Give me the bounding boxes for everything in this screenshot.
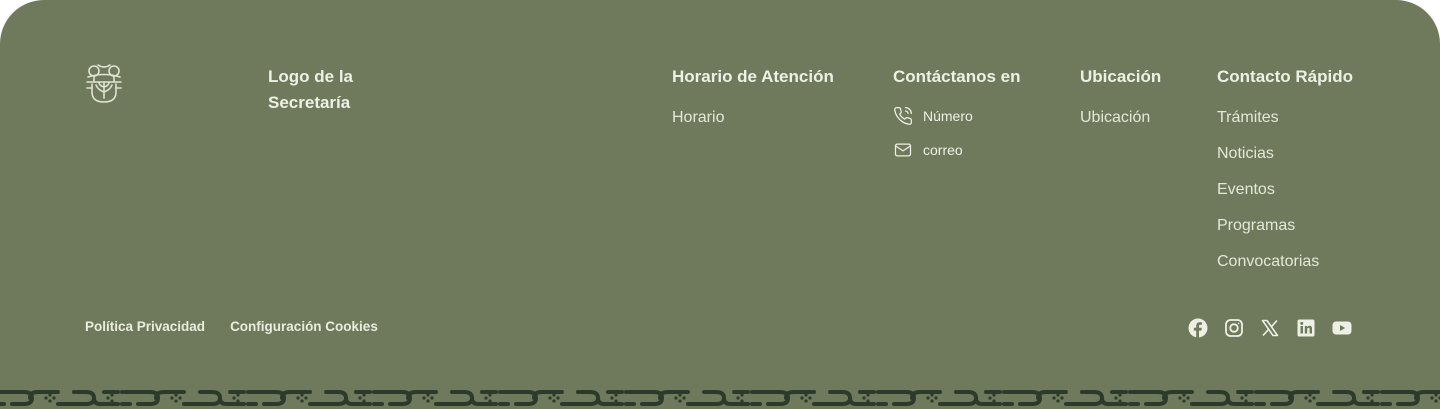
phone-label: Número [923,108,973,124]
noticias-link[interactable]: Noticias [1217,144,1353,164]
convocatorias-link[interactable]: Convocatorias [1217,252,1353,272]
facebook-link[interactable] [1188,318,1208,338]
location-column: Ubicación Ubicación [1080,64,1161,144]
contact-heading: Contáctanos en [893,67,1021,86]
facebook-icon [1188,318,1208,338]
mail-icon [894,143,912,157]
phone-icon [894,107,912,125]
horario-column: Horario de Atención Horario [672,64,834,144]
location-link[interactable]: Ubicación [1080,108,1161,128]
emblem-icon [86,64,122,103]
email-contact[interactable]: correo [893,140,1021,160]
programas-link[interactable]: Programas [1217,216,1353,236]
location-heading: Ubicación [1080,67,1162,86]
social-links [1188,318,1352,338]
phone-contact[interactable]: Número [893,106,1021,126]
linkedin-link[interactable] [1296,318,1316,338]
linkedin-icon [1297,319,1315,337]
instagram-icon [1225,319,1243,337]
logo-text: Logo de la Secretaría [268,67,353,112]
contact-column: Contáctanos en Número correo [893,64,1021,174]
legal-links: Política Privacidad Configuración Cookie… [85,319,378,334]
quick-contact-column: Contacto Rápido Trámites Noticias Evento… [1217,64,1353,288]
eventos-link[interactable]: Eventos [1217,180,1353,200]
youtube-link[interactable] [1332,318,1352,338]
x-link[interactable] [1260,318,1280,338]
cookie-settings-link[interactable]: Configuración Cookies [230,319,378,334]
horario-link[interactable]: Horario [672,108,834,128]
horario-heading: Horario de Atención [672,67,834,86]
tramites-link[interactable]: Trámites [1217,108,1353,128]
site-footer: Logo de la Secretaría Horario de Atenció… [0,0,1440,409]
privacy-policy-link[interactable]: Política Privacidad [85,319,205,334]
youtube-icon [1332,321,1352,335]
instagram-link[interactable] [1224,318,1244,338]
quick-contact-heading: Contacto Rápido [1217,67,1353,86]
decorative-pattern-band [0,386,1440,409]
x-icon [1261,319,1279,337]
email-label: correo [923,142,963,158]
